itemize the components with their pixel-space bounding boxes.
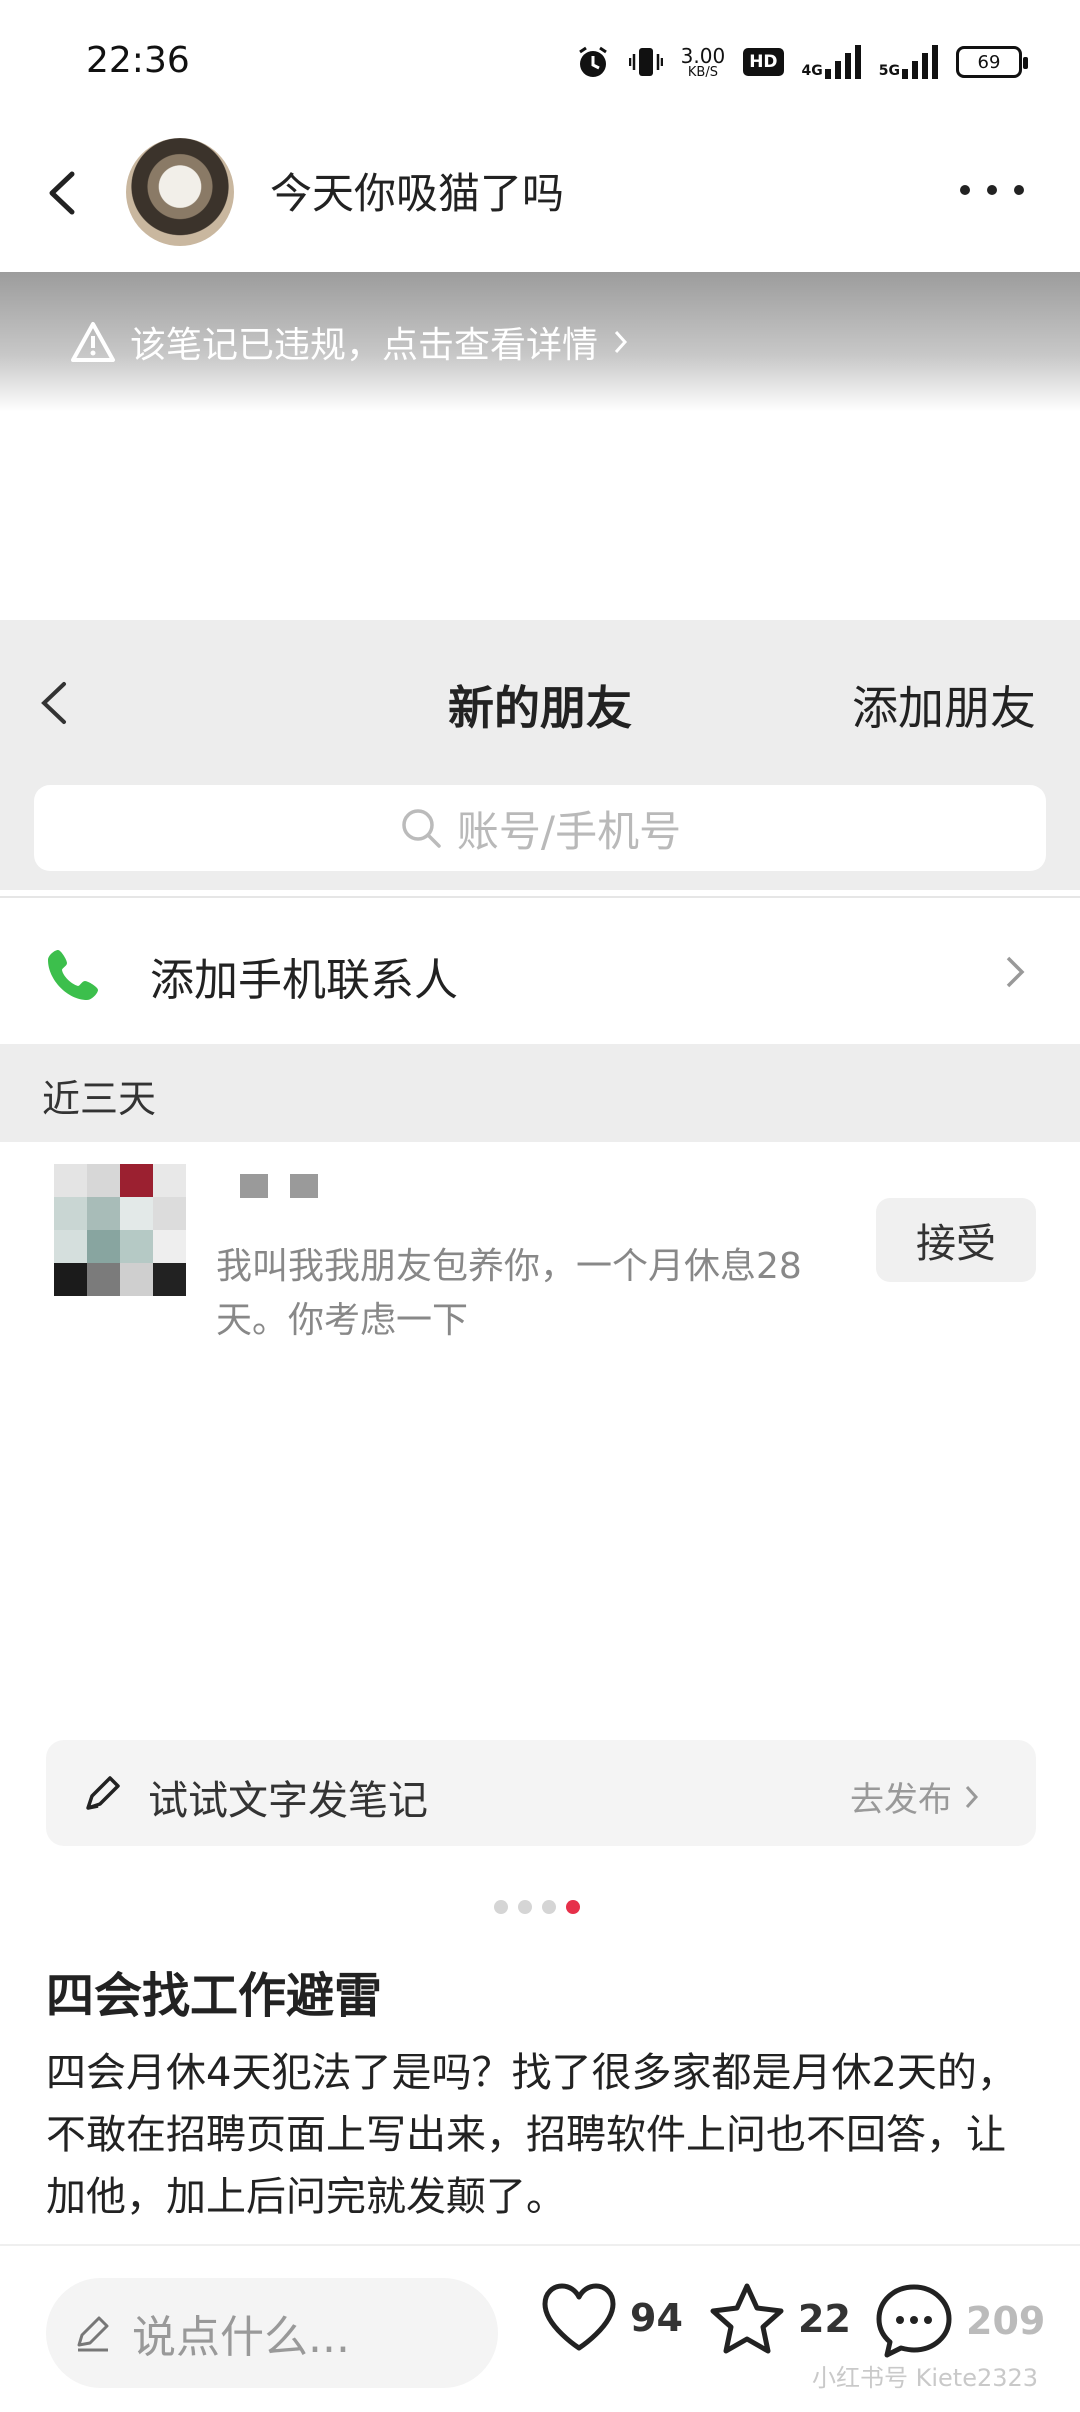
chevron-right-icon	[614, 330, 628, 354]
chevron-right-icon	[965, 1785, 979, 1808]
like-button[interactable]: 94	[540, 2282, 683, 2354]
search-icon	[402, 809, 441, 848]
post-image[interactable]: 该笔记已违规，点击查看详情 新的朋友 添加朋友 账号/手机号 添加手机联系人 近…	[0, 272, 1080, 1702]
inner-add-contacts-label: 添加手机联系人	[150, 955, 458, 1006]
inner-add-friend: 添加朋友	[852, 681, 1036, 735]
more-options-icon[interactable]	[960, 180, 1024, 200]
comments-button[interactable]: 209	[874, 2282, 1045, 2360]
inner-add-contacts-row: 添加手机联系人	[0, 896, 1080, 1044]
violation-text: 该笔记已违规，点击查看详情	[130, 325, 599, 366]
carousel-dot	[542, 1900, 556, 1914]
carousel-indicator	[494, 1900, 580, 1914]
embedded-screenshot: 新的朋友 添加朋友 账号/手机号 添加手机联系人 近三天 我叫我我朋友包养你，一…	[0, 620, 1080, 1702]
comment-placeholder: 说点什么...	[132, 2312, 350, 2363]
alarm-icon	[578, 46, 607, 77]
phone-icon	[48, 950, 98, 1000]
pencil-icon	[86, 1776, 120, 1810]
inner-search-placeholder: 账号/手机号	[456, 806, 682, 856]
pixelated-name	[240, 1174, 318, 1198]
inner-search-box: 账号/手机号	[34, 785, 1046, 871]
watermark: 小红书号 Kiete2323	[812, 2364, 1039, 2392]
back-icon[interactable]	[38, 168, 88, 218]
inner-section-header: 近三天	[0, 1044, 1080, 1142]
heart-icon	[542, 2283, 616, 2351]
pixelated-avatar	[54, 1164, 186, 1296]
status-icons: 3.00 KB/S HD 4G 5G 69	[575, 38, 1028, 86]
post-body: 四会月休4天犯法了是吗？找了很多家都是月休2天的，不敢在招聘页面上写出来，招聘软…	[46, 2050, 1017, 2220]
author-avatar[interactable]	[126, 138, 234, 246]
warning-icon	[71, 322, 115, 362]
go-publish-label: 去发布	[850, 1780, 952, 1820]
go-publish-button[interactable]: 去发布	[850, 1772, 980, 1821]
signal-4g-icon: 4G	[802, 45, 861, 79]
post-title: 四会找工作避雷	[46, 1968, 383, 2024]
hd-badge: HD	[743, 48, 784, 76]
inner-section-label: 近三天	[42, 1077, 157, 1121]
carousel-dot-active	[566, 1900, 580, 1914]
clock: 22:36	[86, 40, 190, 81]
accept-button: 接受	[876, 1198, 1036, 1282]
comment-bubble-icon	[876, 2284, 952, 2358]
text-note-bar[interactable]: 试试文字发笔记 去发布	[46, 1740, 1036, 1846]
battery-icon: 69	[956, 46, 1028, 78]
vibrate-icon	[628, 48, 663, 76]
inner-header: 新的朋友 添加朋友 账号/手机号	[0, 620, 1080, 890]
request-message: 我叫我我朋友包养你，一个月休息28天。你考虑一下	[216, 1246, 802, 1341]
signal-5g-icon: 5G	[879, 45, 938, 79]
chevron-right-icon	[1006, 956, 1025, 988]
text-note-label: 试试文字发笔记	[148, 1778, 428, 1824]
net-speed: 3.00 KB/S	[680, 43, 726, 80]
collect-button[interactable]: 22	[708, 2282, 851, 2356]
carousel-dot	[518, 1900, 532, 1914]
author-name[interactable]: 今天你吸猫了吗	[270, 160, 564, 221]
violation-banner[interactable]: 该笔记已违规，点击查看详情	[0, 272, 1080, 412]
like-count: 94	[630, 2296, 683, 2340]
status-bar: 22:36 3.00 KB/S HD 4G 5G 69	[0, 0, 1080, 120]
comment-input[interactable]: 说点什么...	[46, 2278, 498, 2388]
pencil-icon	[77, 2316, 109, 2352]
inner-friend-request: 我叫我我朋友包养你，一个月休息28天。你考虑一下 接受	[0, 1142, 1080, 1372]
comment-count: 209	[966, 2299, 1046, 2343]
star-icon	[710, 2283, 784, 2354]
bottom-action-bar: 说点什么... 94 22 209 小红书号 Kiete2323	[0, 2244, 1080, 2412]
collect-count: 22	[798, 2297, 851, 2341]
carousel-dot	[494, 1900, 508, 1914]
